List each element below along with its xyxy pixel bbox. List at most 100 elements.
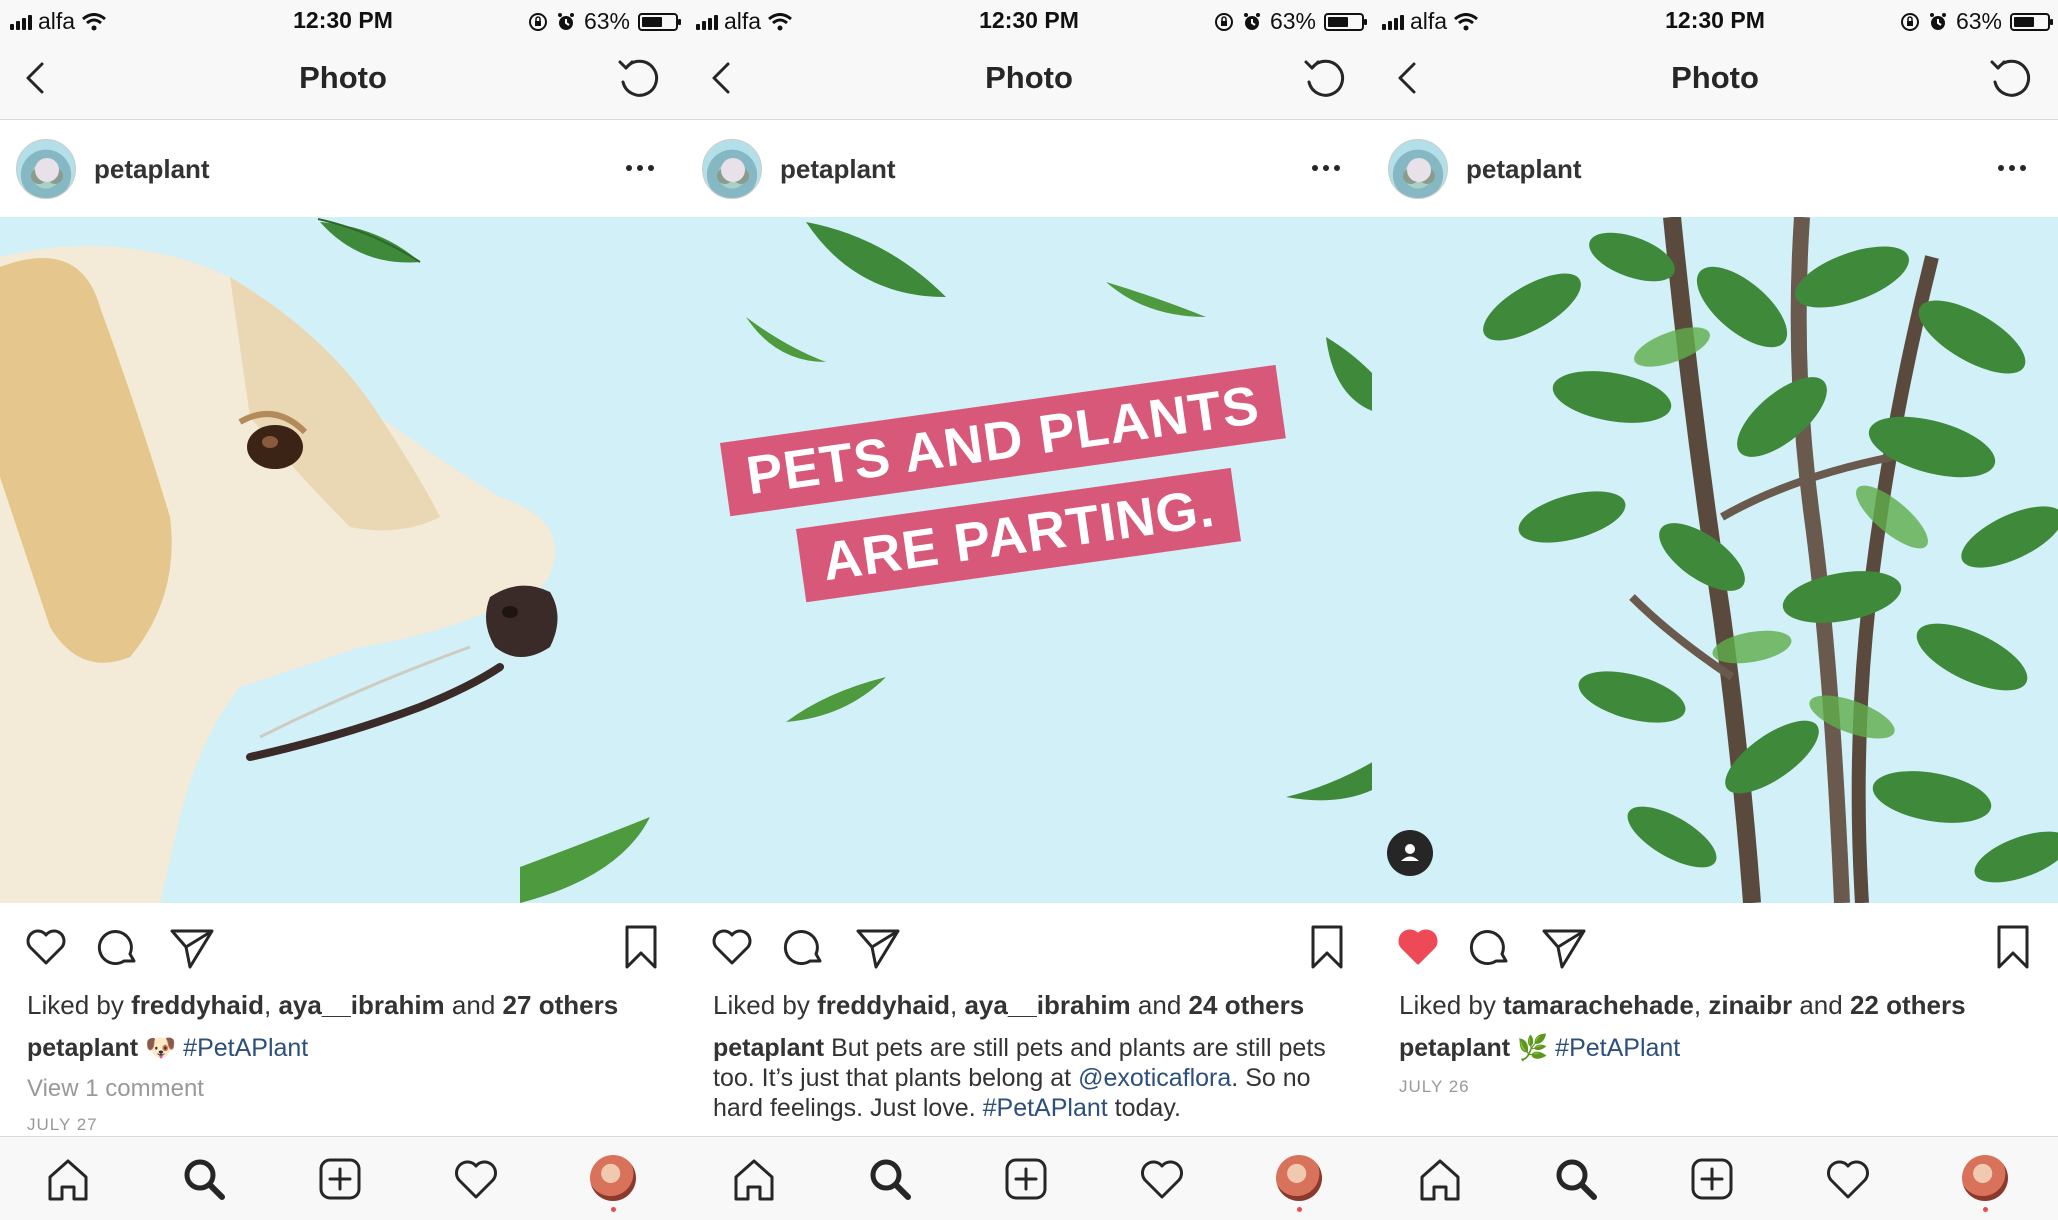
liked-by-prefix: Liked by [1399,990,1496,1020]
profile-tab[interactable] [590,1155,638,1212]
caption-text-3: today. [1114,1094,1181,1122]
and-word: and [1137,990,1182,1020]
tab-bar [1372,1136,2058,1220]
caption-username[interactable]: petaplant [713,1034,824,1062]
liked-user-1[interactable]: freddyhaid [131,990,264,1020]
liked-user-2[interactable]: zinaibr [1708,990,1792,1020]
notification-dot [1983,1207,1988,1212]
activity-heart-icon[interactable] [452,1155,500,1203]
new-post-icon[interactable] [316,1155,364,1203]
caption-username[interactable]: petaplant [1399,1034,1510,1062]
home-icon[interactable] [44,1155,92,1203]
caption-mention[interactable]: @exoticaflora [1078,1064,1231,1092]
caption-hashtag[interactable]: #PetAPlant [1555,1034,1680,1062]
avatar[interactable] [702,139,762,199]
post-date: JULY 27 [27,1115,98,1134]
profile-avatar-icon [590,1155,636,1201]
liked-heart-icon[interactable] [1394,923,1442,971]
profile-tab[interactable] [1962,1155,2010,1212]
orientation-lock-icon [1900,12,1919,31]
orientation-lock-icon [1214,12,1233,31]
comment-icon[interactable] [1468,923,1516,971]
likes-summary: Liked by freddyhaid, aya__ibrahim and 27… [27,990,619,1020]
refresh-icon[interactable] [1986,54,2036,104]
post-username[interactable]: petaplant [780,154,896,185]
nav-title: Photo [985,60,1073,95]
view-comments-link[interactable]: View 1 comment [27,1075,204,1103]
others-count[interactable]: 22 others [1850,990,1966,1020]
liked-by-prefix: Liked by [27,990,124,1020]
comment-icon[interactable] [96,923,144,971]
avatar[interactable] [16,139,76,199]
tab-bar [686,1136,1372,1220]
and-word: and [451,990,496,1020]
post-photo[interactable] [0,217,686,903]
post-caption: petaplant 🐶 #PetAPlant [27,1033,672,1063]
caption-username[interactable]: petaplant [27,1034,138,1062]
caption-hashtag[interactable]: #PetAPlant [183,1034,308,1062]
home-icon[interactable] [730,1155,778,1203]
likes-summary: Liked by freddyhaid, aya__ibrahim and 24… [713,990,1305,1020]
post-actions [0,903,686,989]
profile-avatar-icon [1962,1155,2008,1201]
status-bar: alfa 12:30 PM 63% [0,0,686,42]
phone-screen-1: alfa 12:30 PM 63% Photo petaplant Liked … [0,0,686,1220]
home-icon[interactable] [1416,1155,1464,1203]
like-heart-icon[interactable] [22,923,70,971]
search-icon[interactable] [866,1155,914,1203]
refresh-icon[interactable] [1300,54,1350,104]
post-caption: petaplant 🌿 #PetAPlant [1399,1033,2044,1063]
liked-user-2[interactable]: aya__ibrahim [278,990,444,1020]
battery-percent: 63% [583,8,630,34]
post-username[interactable]: petaplant [1466,154,1582,185]
new-post-icon[interactable] [1002,1155,1050,1203]
caption-hashtag[interactable]: #PetAPlant [983,1094,1108,1122]
liked-user-2[interactable]: aya__ibrahim [964,990,1130,1020]
refresh-icon[interactable] [614,54,664,104]
phone-screen-3: alfa 12:30 PM 63% Photo petaplant Liked … [1372,0,2058,1220]
battery-percent: 63% [1269,8,1316,34]
liked-by-prefix: Liked by [713,990,810,1020]
others-count[interactable]: 24 others [1189,990,1305,1020]
tab-bar [0,1136,686,1220]
post-photo[interactable]: PETS AND PLANTS ARE PARTING. [686,217,1372,903]
like-heart-icon[interactable] [708,923,756,971]
more-options-icon[interactable] [1312,165,1340,171]
liked-user-1[interactable]: tamarachehade [1503,990,1694,1020]
post-username[interactable]: petaplant [94,154,210,185]
more-options-icon[interactable] [626,165,654,171]
status-bar: alfa 12:30 PM 63% [1372,0,2058,42]
nav-title: Photo [299,60,387,95]
nav-bar: Photo [0,42,686,120]
plant-illustration [1483,217,2058,903]
orientation-lock-icon [528,12,547,31]
others-count[interactable]: 27 others [503,990,619,1020]
battery-icon [1324,12,1367,31]
comment-icon[interactable] [782,923,830,971]
likes-summary: Liked by tamarachehade, zinaibr and 22 o… [1399,990,1966,1020]
avatar[interactable] [1388,139,1448,199]
post-header: petaplant [0,121,686,217]
activity-heart-icon[interactable] [1138,1155,1186,1203]
post-photo[interactable] [1372,217,2058,903]
dog-illustration [0,218,650,903]
tagged-people-icon[interactable] [1387,830,1433,876]
share-send-icon[interactable] [854,923,902,971]
bookmark-icon[interactable] [617,923,665,971]
post-actions [1372,903,2058,989]
new-post-icon[interactable] [1688,1155,1736,1203]
bookmark-icon[interactable] [1303,923,1351,971]
bookmark-icon[interactable] [1989,923,2037,971]
post-caption: petaplant But pets are still pets and pl… [713,1033,1358,1123]
liked-user-1[interactable]: freddyhaid [817,990,950,1020]
more-options-icon[interactable] [1998,165,2026,171]
search-icon[interactable] [1552,1155,1600,1203]
activity-heart-icon[interactable] [1824,1155,1872,1203]
share-send-icon[interactable] [168,923,216,971]
nav-bar: Photo [1372,42,2058,120]
caption-emoji: 🌿 [1517,1034,1549,1062]
profile-tab[interactable] [1276,1155,1324,1212]
battery-icon [638,12,681,31]
share-send-icon[interactable] [1540,923,1588,971]
search-icon[interactable] [180,1155,228,1203]
